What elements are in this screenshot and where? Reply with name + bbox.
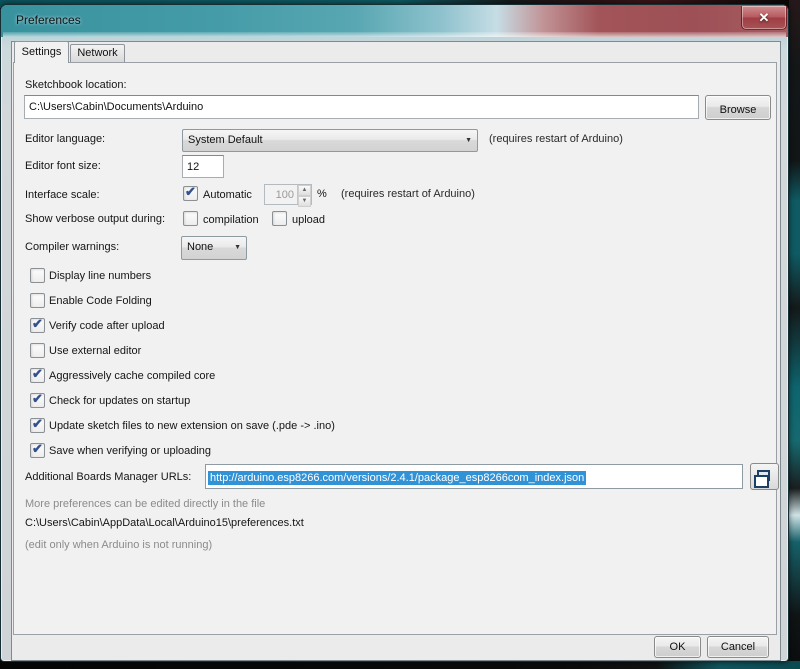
overlapping-windows-icon — [757, 470, 770, 481]
automatic-scale-checkbox[interactable]: ✔ — [183, 186, 198, 201]
scale-percent-value: 100 — [265, 185, 297, 204]
spinner-down-icon[interactable]: ▼ — [298, 196, 311, 207]
compiler-warnings-dropdown[interactable]: None ▼ — [181, 236, 247, 260]
checkbox-update-sketch-files[interactable]: ✔ — [30, 418, 45, 433]
window-title: Preferences — [16, 13, 81, 27]
tab-settings[interactable]: Settings — [14, 41, 69, 63]
titlebar[interactable]: Preferences ✕ — [1, 5, 788, 37]
interface-scale-label: Interface scale: — [25, 189, 100, 201]
chevron-down-icon: ▼ — [465, 137, 472, 144]
automatic-scale-checkbox-label: Automatic — [203, 189, 252, 201]
boards-manager-urls-label: Additional Boards Manager URLs: — [25, 471, 191, 483]
checkbox-label: Use external editor — [49, 345, 141, 357]
verbose-upload-checkbox[interactable]: ✔ — [272, 211, 287, 226]
checkmark-icon: ✔ — [32, 316, 43, 332]
checkbox-aggressively-cache[interactable]: ✔ — [30, 368, 45, 383]
checkbox-check-for-updates[interactable]: ✔ — [30, 393, 45, 408]
checkbox-label: Aggressively cache compiled core — [49, 370, 215, 382]
verbose-output-label: Show verbose output during: — [25, 213, 165, 225]
screen: Preferences ✕ Settings Network Sketchboo… — [0, 0, 800, 669]
background-bottom-strip — [0, 661, 800, 669]
scale-percent-spinner[interactable]: 100 ▲ ▼ — [264, 184, 312, 205]
selected-url-text: http://arduino.esp8266.com/versions/2.4.… — [208, 471, 586, 485]
chevron-down-icon: ▼ — [234, 244, 241, 251]
checkbox-display-line-numbers[interactable]: ✔ — [30, 268, 45, 283]
boards-manager-urls-input[interactable]: http://arduino.esp8266.com/versions/2.4.… — [205, 464, 743, 489]
checkbox-save-when-verifying[interactable]: ✔ — [30, 443, 45, 458]
preferences-file-path: C:\Users\Cabin\AppData\Local\Arduino15\p… — [25, 517, 304, 529]
checkmark-icon: ✔ — [32, 416, 43, 432]
checkbox-label: Enable Code Folding — [49, 295, 152, 307]
checkbox-label: Save when verifying or uploading — [49, 445, 211, 457]
checkmark-icon: ✔ — [32, 441, 43, 457]
verbose-compilation-checkbox[interactable]: ✔ — [183, 211, 198, 226]
verbose-upload-label: upload — [292, 214, 325, 226]
editor-font-size-label: Editor font size: — [25, 160, 101, 172]
editor-language-dropdown[interactable]: System Default ▼ — [182, 129, 478, 152]
spinner-up-icon[interactable]: ▲ — [298, 185, 311, 196]
language-restart-note: (requires restart of Arduino) — [489, 133, 623, 145]
checkbox-label: Verify code after upload — [49, 320, 165, 332]
checkbox-label: Check for updates on startup — [49, 395, 190, 407]
browse-button[interactable]: Browse — [705, 95, 771, 120]
compiler-warnings-label: Compiler warnings: — [25, 241, 119, 253]
percent-sign: % — [317, 188, 327, 200]
close-button[interactable]: ✕ — [741, 6, 787, 30]
open-urls-editor-button[interactable] — [750, 463, 779, 490]
checkbox-label: Update sketch files to new extension on … — [49, 420, 335, 432]
checkbox-label: Display line numbers — [49, 270, 151, 282]
checkbox-use-external-editor[interactable]: ✔ — [30, 343, 45, 358]
sketchbook-location-label: Sketchbook location: — [25, 79, 127, 91]
more-preferences-note: More preferences can be edited directly … — [25, 498, 265, 510]
edit-only-note: (edit only when Arduino is not running) — [25, 539, 212, 551]
cancel-button[interactable]: Cancel — [707, 636, 769, 658]
checkbox-verify-code-after-upload[interactable]: ✔ — [30, 318, 45, 333]
background-right-strip — [789, 0, 800, 669]
compiler-warnings-value: None — [187, 241, 213, 253]
close-icon: ✕ — [759, 10, 770, 25]
verbose-compilation-label: compilation — [203, 214, 259, 226]
editor-language-label: Editor language: — [25, 133, 105, 145]
ok-button[interactable]: OK — [654, 636, 701, 658]
editor-font-size-input[interactable] — [182, 155, 224, 178]
scale-restart-note: (requires restart of Arduino) — [341, 188, 475, 200]
sketchbook-location-input[interactable] — [24, 95, 699, 119]
tab-network[interactable]: Network — [70, 44, 125, 63]
editor-language-value: System Default — [188, 134, 263, 146]
checkmark-icon: ✔ — [32, 366, 43, 382]
checkbox-enable-code-folding[interactable]: ✔ — [30, 293, 45, 308]
checkmark-icon: ✔ — [32, 391, 43, 407]
checkmark-icon: ✔ — [185, 184, 196, 200]
